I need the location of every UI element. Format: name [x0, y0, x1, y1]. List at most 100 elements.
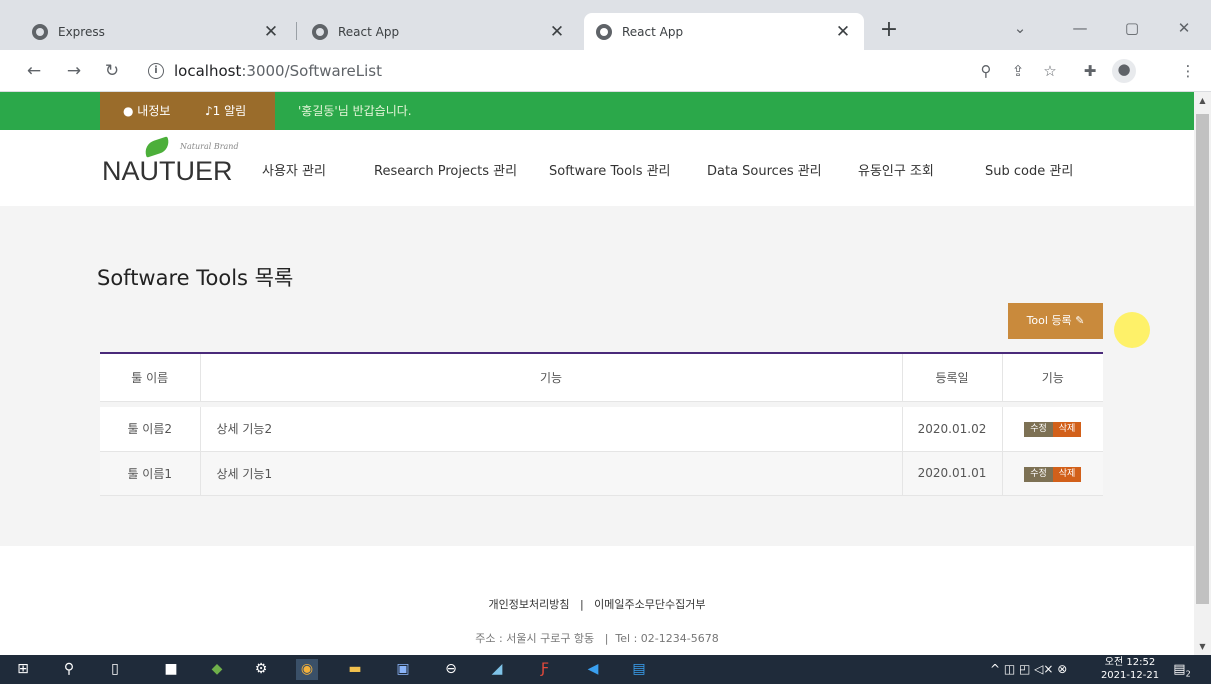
address-bar[interactable]: i localhost:3000/SoftwareList	[140, 57, 1100, 85]
info-icon[interactable]: i	[148, 63, 164, 79]
table-row[interactable]: 툴 이름2 상세 기능2 2020.01.02 수정 삭제	[100, 407, 1103, 452]
privacy-policy-link[interactable]: 개인정보처리방침	[488, 598, 569, 611]
tab-search-button[interactable]: ⌄	[1000, 14, 1040, 42]
scroll-down-arrow-icon[interactable]: ▼	[1194, 638, 1211, 655]
windows-start-icon[interactable]: ⊞	[12, 659, 34, 680]
notification-count: 2	[1185, 669, 1191, 679]
nav-research-projects[interactable]: Research Projects 관리	[374, 160, 517, 179]
maximize-button[interactable]: ▢	[1112, 14, 1152, 42]
forward-arrow-icon[interactable]: →	[62, 59, 86, 83]
new-tab-button[interactable]: +	[875, 16, 903, 44]
actions-cell: 수정 삭제	[1002, 407, 1103, 452]
tab-title: React App	[338, 24, 400, 39]
close-icon[interactable]: ✕	[548, 22, 566, 42]
chrome-icon[interactable]: ◉	[296, 659, 318, 680]
clock-date: 2021-12-21	[1100, 670, 1160, 681]
filezilla-icon[interactable]: Ƒ	[534, 659, 556, 680]
tab-express[interactable]: Express ✕	[20, 13, 292, 50]
top-utility-bar: ● 내정보 ♪1 알림 '홍길동'님 반갑습니다.	[0, 92, 1194, 130]
alarm-label: 1 알림	[212, 104, 247, 118]
search-icon[interactable]: ⚲	[58, 659, 80, 680]
tool-name-cell[interactable]: 툴 이름1	[100, 451, 201, 496]
url-path: :3000/SoftwareList	[241, 62, 382, 80]
close-icon[interactable]: ✕	[834, 22, 852, 42]
notification-icon[interactable]: ▤2	[1172, 660, 1192, 679]
globe-icon	[596, 23, 612, 40]
tool-name-cell[interactable]: 툴 이름2	[100, 407, 201, 452]
sourcetree-icon[interactable]: ◆	[206, 659, 228, 680]
register-tool-button[interactable]: Tool 등록 ✎	[1008, 303, 1103, 339]
nav-user-management[interactable]: 사용자 관리	[262, 160, 326, 179]
bookmark-star-icon[interactable]: ☆	[1040, 61, 1060, 81]
profile-avatar-icon[interactable]: ●	[1112, 59, 1136, 83]
nav-sub-code[interactable]: Sub code 관리	[985, 160, 1073, 179]
browser-toolbar: ← → ↻ i localhost:3000/SoftwareList ⚲ ⇪ …	[0, 50, 1211, 92]
delete-button[interactable]: 삭제	[1052, 422, 1082, 438]
my-info-link[interactable]: ● 내정보	[123, 92, 170, 130]
footer-separator: |	[604, 632, 609, 645]
system-clock[interactable]: 오전 12:52 2021-12-21	[1098, 656, 1162, 682]
site-header: Natural Brand NAUTUER 사용자 관리 Research Pr…	[0, 130, 1194, 206]
email-refusal-link[interactable]: 이메일주소무단수집거부	[594, 598, 705, 611]
main-content: Software Tools 목록 Tool 등록 ✎ 툴 이름 기능 등록일 …	[0, 206, 1194, 546]
eclipse-icon[interactable]: ⊖	[440, 659, 462, 680]
windows-taskbar: ⊞ ⚲ ▯ ■ ◆ ⚙ ◉ ▬ ▣ ⊖ ◢ Ƒ ◀ ▤ ^ ◫ ◰ ◁× ⊗ 오…	[0, 655, 1211, 684]
tool-date-cell: 2020.01.01	[902, 451, 1003, 496]
scroll-up-arrow-icon[interactable]: ▲	[1194, 92, 1211, 109]
close-window-button[interactable]: ✕	[1164, 14, 1204, 42]
file-explorer-icon[interactable]: ▬	[344, 659, 366, 680]
site-footer: 개인정보처리방침 | 이메일주소무단수집거부 주소 : 서울시 구로구 항동 |…	[0, 546, 1194, 655]
nav-floating-population[interactable]: 유동인구 조회	[858, 160, 934, 179]
tab-react-app-active[interactable]: React App ✕	[584, 13, 864, 50]
app-icon[interactable]: ▤	[628, 659, 650, 680]
url-text[interactable]: localhost:3000/SoftwareList	[174, 62, 382, 80]
back-arrow-icon[interactable]: ←	[22, 59, 46, 83]
tab-separator	[296, 22, 297, 40]
column-header-function: 기능	[200, 353, 903, 402]
address-text: 주소 : 서울시 구로구 항동	[475, 632, 595, 645]
my-info-label: 내정보	[137, 104, 171, 118]
edit-button[interactable]: 수정	[1024, 422, 1053, 438]
save-floppy-icon[interactable]: ▣	[392, 659, 414, 680]
alarm-link[interactable]: ♪1 알림	[205, 92, 246, 130]
system-tray[interactable]: ^ ◫ ◰ ◁× ⊗	[990, 662, 1067, 676]
bell-icon: ♪	[205, 104, 213, 118]
brand-name: NAUTUER	[102, 156, 233, 186]
edit-button[interactable]: 수정	[1024, 466, 1053, 482]
page-title: Software Tools 목록	[97, 266, 294, 290]
table-row[interactable]: 툴 이름1 상세 기능1 2020.01.01 수정 삭제	[100, 451, 1103, 496]
browser-tab-strip: Express ✕ React App ✕ React App ✕ + ⌄ — …	[0, 0, 1211, 50]
tool-desc-cell[interactable]: 상세 기능2	[200, 407, 903, 452]
user-icon: ●	[123, 104, 138, 118]
tool-desc-cell[interactable]: 상세 기능1	[200, 451, 903, 496]
tel-text: Tel : 02-1234-5678	[615, 632, 719, 645]
tab-react-app-1[interactable]: React App ✕	[300, 13, 578, 50]
zoom-icon[interactable]: ⚲	[976, 61, 996, 81]
settings-gear-icon[interactable]: ⚙	[250, 659, 272, 680]
tab-title: React App	[622, 24, 684, 39]
footer-links: 개인정보처리방침 | 이메일주소무단수집거부	[0, 596, 1194, 612]
clock-time: 오전 12:52	[1104, 657, 1156, 668]
footer-separator: |	[579, 598, 584, 611]
extensions-icon[interactable]: ✚	[1080, 61, 1100, 81]
minimize-button[interactable]: —	[1060, 14, 1100, 42]
globe-icon	[312, 23, 328, 40]
tool-icon[interactable]: ◢	[486, 659, 508, 680]
reload-icon[interactable]: ↻	[100, 59, 124, 83]
column-header-date: 등록일	[902, 353, 1003, 402]
terminal-icon[interactable]: ■	[160, 659, 182, 680]
task-view-icon[interactable]: ▯	[104, 659, 126, 680]
share-icon[interactable]: ⇪	[1008, 61, 1028, 81]
cursor-highlight	[1114, 312, 1150, 348]
delete-button[interactable]: 삭제	[1052, 466, 1082, 482]
page-scrollbar[interactable]: ▲ ▼	[1194, 92, 1211, 655]
url-host: localhost	[174, 62, 242, 80]
site-logo[interactable]: Natural Brand NAUTUER	[102, 136, 247, 198]
close-icon[interactable]: ✕	[262, 22, 280, 42]
nav-software-tools[interactable]: Software Tools 관리	[549, 160, 671, 179]
scrollbar-thumb[interactable]	[1196, 114, 1209, 604]
nav-data-sources[interactable]: Data Sources 관리	[707, 160, 822, 179]
menu-kebab-icon[interactable]: ⋮	[1178, 61, 1198, 81]
vscode-icon[interactable]: ◀	[582, 659, 604, 680]
footer-address: 주소 : 서울시 구로구 항동 | Tel : 02-1234-5678	[0, 630, 1194, 646]
